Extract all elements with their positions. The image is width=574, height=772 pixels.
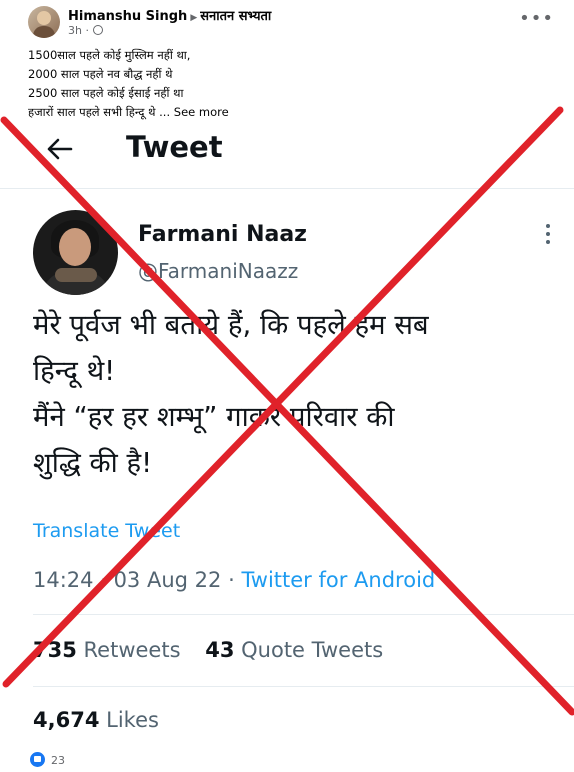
translate-tweet-link[interactable]: Translate Tweet — [33, 520, 180, 542]
more-horizontal-icon[interactable]: ••• — [519, 8, 554, 29]
divider — [33, 686, 574, 687]
tweet-text-line: हिन्दू थे! — [33, 355, 116, 387]
reaction-count: 23 — [51, 754, 65, 767]
author-avatar[interactable] — [28, 6, 60, 38]
more-vertical-icon[interactable] — [544, 224, 552, 248]
caption-last-text: हजारों साल पहले सभी हिन्दू थे ... — [28, 105, 171, 119]
like-icon — [30, 752, 45, 767]
tweet-stats-row: 735 Retweets 43 Quote Tweets — [33, 638, 401, 662]
post-time[interactable]: 3h · — [68, 24, 103, 37]
retweets-count: 735 — [33, 638, 77, 662]
quote-tweets-stat[interactable]: 43 Quote Tweets — [205, 638, 383, 662]
quotes-label: Quote Tweets — [241, 638, 384, 662]
retweets-label: Retweets — [83, 638, 181, 662]
divider — [33, 614, 574, 615]
tweet-source-link[interactable]: Twitter for Android — [241, 568, 435, 592]
likes-count: 4,674 — [33, 708, 100, 732]
tweet-text-line: शुद्धि की है! — [33, 447, 153, 479]
author-line: Himanshu Singh ▶ सनातन सभ्यता — [68, 6, 271, 24]
tweet-likes-row: 4,674 Likes — [33, 708, 177, 732]
caption-line: 1500साल पहले कोई मुस्लिम नहीं था, — [28, 48, 191, 62]
tweet-meta: 14:24 · 03 Aug 22 · Twitter for Android — [33, 568, 436, 592]
tweet-screenshot: Tweet Farmani Naaz @FarmaniNaazz मेरे पू… — [0, 126, 574, 748]
see-more-link[interactable]: See more — [174, 105, 229, 119]
quotes-count: 43 — [205, 638, 235, 662]
caption-line: 2000 साल पहले नव बौद्ध नहीं थे — [28, 67, 173, 81]
tweet-author-handle[interactable]: @FarmaniNaazz — [138, 259, 298, 283]
tweet-text-line: मैंने “हर हर शम्भू” गाकर परिवार की — [33, 401, 395, 433]
retweets-stat[interactable]: 735 Retweets — [33, 638, 181, 662]
likes-stat[interactable]: 4,674 Likes — [33, 708, 159, 732]
tweet-topbar: Tweet — [0, 126, 574, 189]
tweet-date: 03 Aug 22 — [113, 568, 222, 592]
caption-line-last: हजारों साल पहले सभी हिन्दू थे ... See mo… — [28, 103, 548, 122]
reactions-bar[interactable]: 23 — [30, 752, 65, 767]
globe-icon — [92, 25, 103, 35]
tweet-author-avatar[interactable] — [33, 210, 118, 295]
group-name[interactable]: सनातन सभ्यता — [200, 9, 271, 24]
meta-separator: · — [228, 568, 235, 592]
post-caption: 1500साल पहले कोई मुस्लिम नहीं था, 2000 स… — [28, 46, 548, 122]
tweet-text-line: मेरे पूर्वज भी बताये हैं, कि पहले हम सब — [33, 309, 429, 341]
tweet-time: 14:24 — [33, 568, 94, 592]
caret-right-icon: ▶ — [190, 13, 198, 23]
author-name[interactable]: Himanshu Singh — [68, 9, 187, 24]
back-arrow-icon[interactable] — [44, 134, 74, 164]
tweet-text: मेरे पूर्वज भी बताये हैं, कि पहले हम सब … — [33, 302, 553, 486]
post-time-text: 3h — [68, 24, 82, 37]
likes-label: Likes — [106, 708, 159, 732]
page-title: Tweet — [126, 130, 223, 164]
caption-line: 2500 साल पहले कोई ईसाई नहीं था — [28, 86, 184, 100]
fb-post-header: Himanshu Singh ▶ सनातन सभ्यता 3h · ••• — [0, 0, 574, 44]
tweet-author-name[interactable]: Farmani Naaz — [138, 222, 307, 247]
